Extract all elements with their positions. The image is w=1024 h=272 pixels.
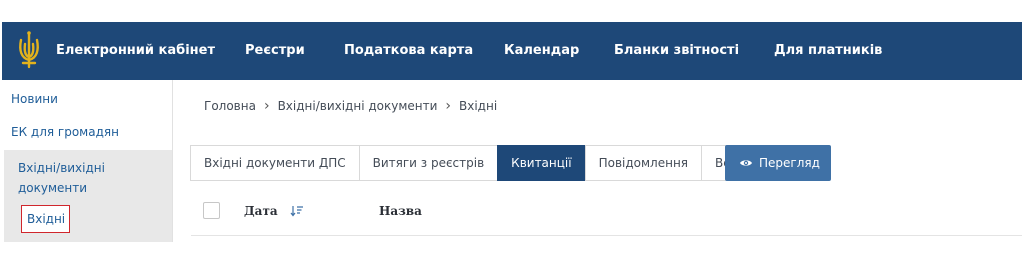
select-all-checkbox[interactable]: [203, 202, 220, 219]
breadcrumb-home[interactable]: Головна: [204, 97, 256, 115]
column-header-name[interactable]: Назва: [379, 187, 422, 235]
column-date-label: Дата: [244, 204, 278, 218]
sort-descending-icon[interactable]: [290, 205, 304, 217]
tab-incoming-dps[interactable]: Вхідні документи ДПС: [190, 145, 360, 181]
tab-messages[interactable]: Повідомлення: [584, 145, 703, 181]
sidebar-item-incoming[interactable]: Вхідні: [21, 205, 70, 233]
eye-icon: [740, 160, 752, 166]
nav-item-report-forms[interactable]: Бланки звітності: [614, 22, 739, 80]
breadcrumb-current: Вхідні: [459, 99, 498, 113]
nav-item-calendar[interactable]: Календар: [504, 22, 579, 80]
chevron-right-icon: ›: [445, 98, 452, 114]
nav-item-tax-map[interactable]: Податкова карта: [344, 22, 473, 80]
sidebar-item-in-out-documents[interactable]: Вхідні/вихідні документи: [18, 158, 148, 198]
column-header-date[interactable]: Дата: [244, 187, 304, 235]
nav-item-registries[interactable]: Реєстри: [245, 22, 305, 80]
brand-title[interactable]: Електронний кабінет: [56, 22, 215, 80]
view-button[interactable]: Перегляд: [725, 145, 831, 181]
sidebar-group-documents: Вхідні/вихідні документи Вхідні: [4, 150, 172, 242]
nav-item-for-payers[interactable]: Для платників: [774, 22, 882, 80]
table-header: Дата Назва: [191, 187, 1022, 236]
breadcrumb: Головна › Вхідні/вихідні документи › Вхі…: [204, 97, 497, 115]
document-tabs: Вхідні документи ДПС Витяги з реєстрів К…: [190, 145, 748, 181]
breadcrumb-in-out-documents[interactable]: Вхідні/вихідні документи: [278, 97, 438, 115]
trident-logo-icon[interactable]: [14, 30, 44, 70]
chevron-right-icon: ›: [263, 98, 270, 114]
tab-registry-extracts[interactable]: Витяги з реєстрів: [358, 145, 499, 181]
sidebar: Новини ЕК для громадян Вхідні/вихідні до…: [2, 80, 172, 242]
sidebar-item-ek-citizens[interactable]: ЕК для громадян: [11, 125, 119, 139]
sidebar-item-news[interactable]: Новини: [11, 92, 58, 106]
tab-receipts[interactable]: Квитанції: [497, 145, 586, 181]
top-navigation-bar: Електронний кабінет Реєстри Податкова ка…: [2, 22, 1022, 80]
sidebar-divider: [172, 80, 173, 242]
view-button-label: Перегляд: [759, 156, 820, 170]
